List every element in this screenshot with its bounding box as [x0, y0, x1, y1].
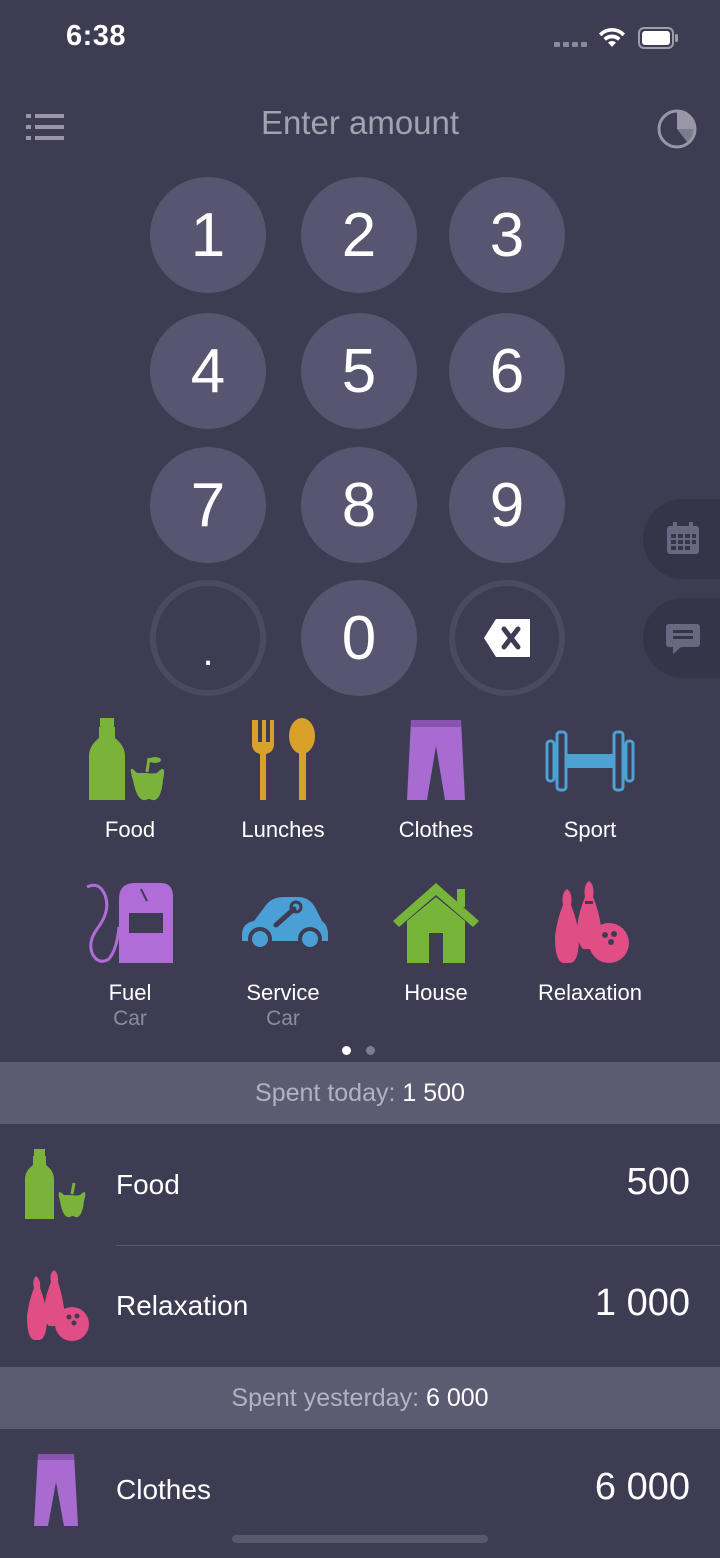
expense-row[interactable]: Relaxation 1 000 [0, 1246, 720, 1366]
category-label: Service [246, 980, 320, 1005]
yesterday-section-header: Spent yesterday: 6 000 [0, 1367, 720, 1429]
category-lunches[interactable]: Lunches [208, 716, 358, 876]
food-icon [25, 1149, 86, 1219]
clothes-icon [407, 720, 465, 800]
category-sublabel: Car [266, 1007, 300, 1030]
service-icon [242, 897, 328, 951]
status-time: 6:38 [66, 20, 127, 52]
key-5[interactable]: 5 [301, 313, 417, 429]
category-label: Relaxation [538, 980, 642, 1005]
key-4[interactable]: 4 [150, 313, 266, 429]
key-7[interactable]: 7 [150, 447, 266, 563]
key-9[interactable]: 9 [449, 447, 565, 563]
pie-chart-icon[interactable] [656, 108, 698, 150]
cellular-signal-icon [554, 42, 590, 50]
expense-row[interactable]: Clothes 6 000 [0, 1430, 720, 1550]
category-house[interactable]: House [361, 879, 511, 1039]
category-page-indicator[interactable] [342, 1046, 382, 1056]
category-label: Food [104, 817, 156, 842]
category-label: Lunches [241, 817, 325, 842]
yesterday-label: Spent yesterday: [231, 1384, 420, 1412]
key-3[interactable]: 3 [449, 177, 565, 293]
category-label: House [404, 980, 468, 1005]
house-icon [393, 883, 479, 963]
food-icon [89, 718, 165, 801]
lunches-icon [252, 718, 315, 800]
key-1[interactable]: 1 [150, 177, 266, 293]
key-8[interactable]: 8 [301, 447, 417, 563]
relaxation-icon [555, 881, 629, 963]
expense-name: Food [116, 1169, 180, 1200]
category-label: Fuel [108, 980, 152, 1005]
date-picker-tab[interactable] [643, 499, 720, 579]
category-service[interactable]: Service Car [208, 879, 358, 1039]
fuel-icon [86, 883, 173, 963]
key-decimal-label: . [202, 629, 214, 674]
calendar-icon [667, 522, 699, 554]
backspace-button[interactable] [449, 580, 565, 696]
amount-display[interactable]: Enter amount [0, 104, 720, 142]
category-fuel[interactable]: Fuel Car [55, 879, 205, 1039]
status-bar: 6:38 [0, 0, 720, 80]
battery-icon [638, 27, 678, 49]
expense-amount: 6 000 [594, 1466, 690, 1508]
category-sublabel: Car [113, 1007, 147, 1030]
category-relaxation[interactable]: Relaxation [515, 879, 665, 1039]
sport-icon [545, 730, 635, 792]
category-clothes[interactable]: Clothes [361, 716, 511, 876]
key-6[interactable]: 6 [449, 313, 565, 429]
key-decimal[interactable]: . [150, 580, 266, 696]
category-sport[interactable]: Sport [515, 716, 665, 876]
yesterday-total: 6 000 [426, 1384, 489, 1412]
expense-name: Clothes [116, 1474, 211, 1505]
wifi-icon [599, 27, 625, 47]
page-dot [366, 1046, 375, 1055]
comment-icon [666, 624, 700, 654]
today-label: Spent today: [255, 1079, 396, 1107]
clothes-icon [34, 1454, 78, 1526]
category-label: Sport [563, 817, 617, 842]
today-section-header: Spent today: 1 500 [0, 1062, 720, 1124]
home-indicator[interactable] [232, 1535, 488, 1543]
category-label: Clothes [398, 817, 474, 842]
page-dot-active [342, 1046, 351, 1055]
expense-name: Relaxation [116, 1290, 249, 1321]
expense-row[interactable]: Food 500 [0, 1125, 720, 1245]
expense-amount: 1 000 [594, 1282, 690, 1324]
comment-tab[interactable] [643, 598, 720, 678]
backspace-icon [484, 619, 530, 657]
expense-amount: 500 [626, 1161, 690, 1203]
category-food[interactable]: Food [55, 716, 205, 876]
key-0[interactable]: 0 [301, 580, 417, 696]
today-total: 1 500 [402, 1079, 465, 1107]
key-2[interactable]: 2 [301, 177, 417, 293]
relaxation-icon [27, 1270, 89, 1341]
